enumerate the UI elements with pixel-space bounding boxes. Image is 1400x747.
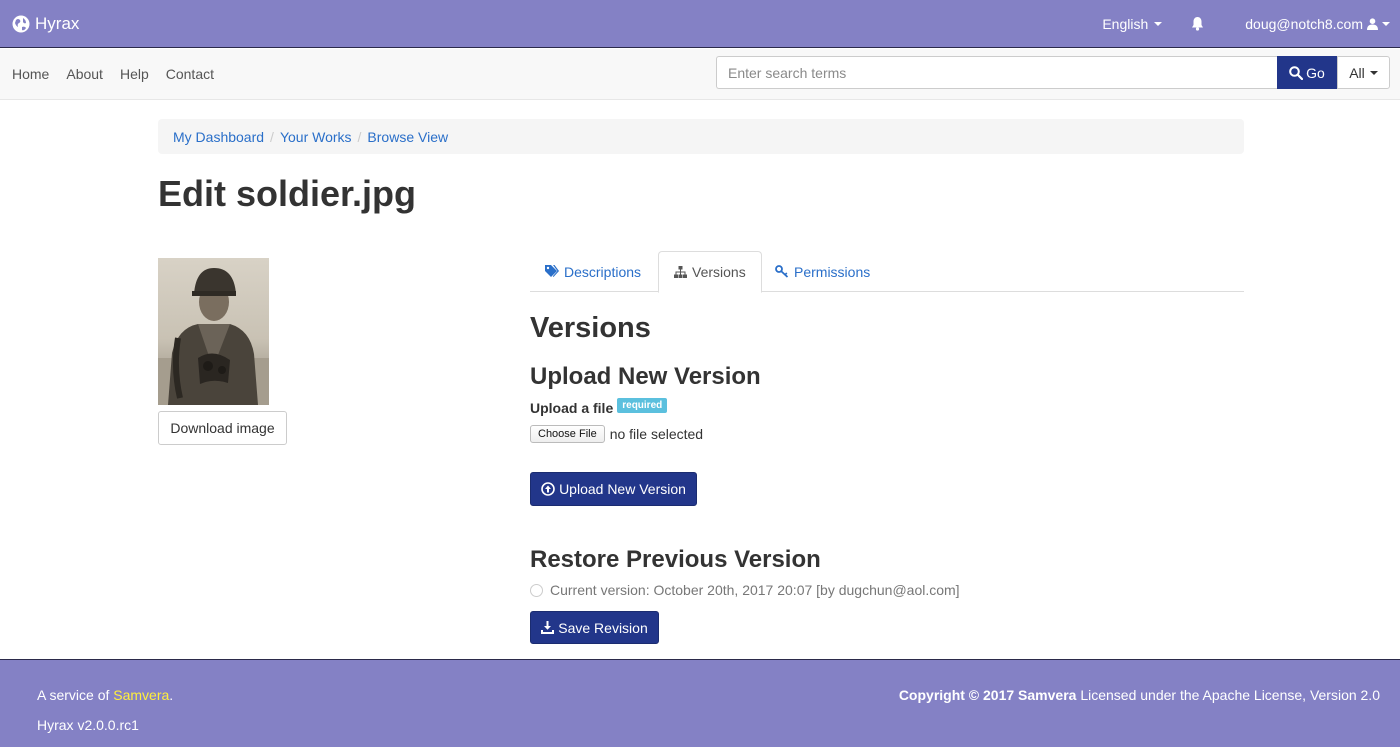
- download-image-button[interactable]: Download image: [158, 411, 287, 445]
- choose-file-button[interactable]: Choose File: [530, 425, 605, 443]
- search-form: Go All: [716, 56, 1390, 89]
- upload-new-version-label: Upload New Version: [559, 481, 686, 497]
- breadcrumb-your-works[interactable]: Your Works: [280, 129, 352, 145]
- service-credit: A service of Samvera.: [37, 687, 173, 703]
- tab-permissions-label: Permissions: [794, 263, 871, 280]
- search-icon: [1289, 65, 1304, 80]
- copyright-text: Copyright © 2017 Samvera: [898, 687, 1077, 703]
- tab-versions[interactable]: Versions: [658, 251, 762, 293]
- service-suffix: .: [169, 687, 174, 703]
- tab-versions-label: Versions: [692, 264, 746, 280]
- copyright-notice: Copyright © 2017 Samvera Licensed under …: [899, 687, 1380, 703]
- tags-icon: [545, 265, 559, 277]
- upload-new-version-heading: Upload New Version: [530, 363, 761, 390]
- restore-previous-version-heading: Restore Previous Version: [530, 546, 821, 573]
- search-go-button[interactable]: Go: [1277, 56, 1337, 89]
- chevron-down-icon: [1382, 21, 1390, 26]
- notifications-button[interactable]: [1191, 16, 1204, 31]
- search-input[interactable]: [716, 56, 1277, 89]
- brand-name: Hyrax: [35, 13, 80, 33]
- tab-descriptions-label: Descriptions: [564, 263, 642, 280]
- language-dropdown[interactable]: English: [1102, 15, 1163, 32]
- go-label: Go: [1306, 64, 1325, 81]
- breadcrumb-dashboard[interactable]: My Dashboard: [173, 129, 264, 145]
- sitemap-icon: [674, 266, 687, 278]
- search-scope-dropdown[interactable]: All: [1337, 56, 1390, 89]
- bell-icon: [1192, 17, 1204, 31]
- required-badge: required: [617, 397, 668, 413]
- breadcrumb: My Dashboard / Your Works / Browse View: [158, 119, 1244, 154]
- license-text: Licensed under the Apache License, Versi…: [1076, 687, 1380, 703]
- chevron-down-icon: [1369, 70, 1378, 75]
- user-email: doug@notch8.com: [1245, 15, 1363, 32]
- key-icon: [775, 265, 789, 278]
- tab-permissions[interactable]: Permissions: [760, 251, 885, 292]
- breadcrumb-browse-view[interactable]: Browse View: [367, 129, 448, 145]
- breadcrumb-separator: /: [270, 128, 274, 145]
- upload-circle-icon: [541, 482, 555, 496]
- nav-links: Home About Help Contact: [0, 49, 231, 99]
- upload-file-text: Upload a file: [530, 400, 614, 416]
- language-label: English: [1102, 15, 1149, 32]
- file-thumbnail: [158, 258, 269, 405]
- user-icon: [1367, 17, 1378, 30]
- user-menu[interactable]: doug@notch8.com: [1245, 16, 1390, 32]
- version-option: Current version: October 20th, 2017 20:0…: [530, 582, 960, 598]
- nav-contact[interactable]: Contact: [166, 66, 214, 82]
- service-prefix: A service of: [37, 687, 114, 703]
- top-header: Hyrax English doug@notch8.com: [0, 0, 1400, 48]
- tab-descriptions[interactable]: Descriptions: [530, 251, 656, 292]
- nav-home[interactable]: Home: [12, 66, 49, 82]
- file-status: no file selected: [609, 426, 704, 442]
- file-input-row: Choose File no file selected: [530, 425, 703, 443]
- version-radio[interactable]: [530, 583, 543, 597]
- breadcrumb-separator: /: [357, 128, 362, 145]
- save-revision-label: Save Revision: [558, 619, 648, 636]
- scope-label: All: [1349, 64, 1365, 81]
- versions-heading: Versions: [530, 312, 651, 344]
- current-version-label: Current version: October 20th, 2017 20:0…: [550, 582, 960, 598]
- edit-tabs: Descriptions Versions Permissions: [530, 251, 1244, 293]
- site-footer: A service of Samvera. Hyrax v2.0.0.rc1 C…: [0, 659, 1400, 747]
- download-icon: [541, 621, 555, 634]
- brand-link[interactable]: Hyrax: [12, 14, 79, 34]
- main-navbar: Home About Help Contact Go All: [0, 49, 1400, 100]
- app-version: Hyrax v2.0.0.rc1: [37, 717, 139, 733]
- samvera-link[interactable]: Samvera: [113, 687, 169, 703]
- chevron-down-icon: [1154, 21, 1163, 26]
- nav-about[interactable]: About: [66, 66, 103, 82]
- globe-icon: [12, 15, 30, 32]
- nav-help[interactable]: Help: [120, 66, 149, 82]
- upload-new-version-button[interactable]: Upload New Version: [530, 472, 697, 506]
- upload-file-label: Upload a file required: [530, 397, 668, 416]
- page-title: Edit soldier.jpg: [158, 173, 417, 214]
- save-revision-button[interactable]: Save Revision: [530, 611, 659, 644]
